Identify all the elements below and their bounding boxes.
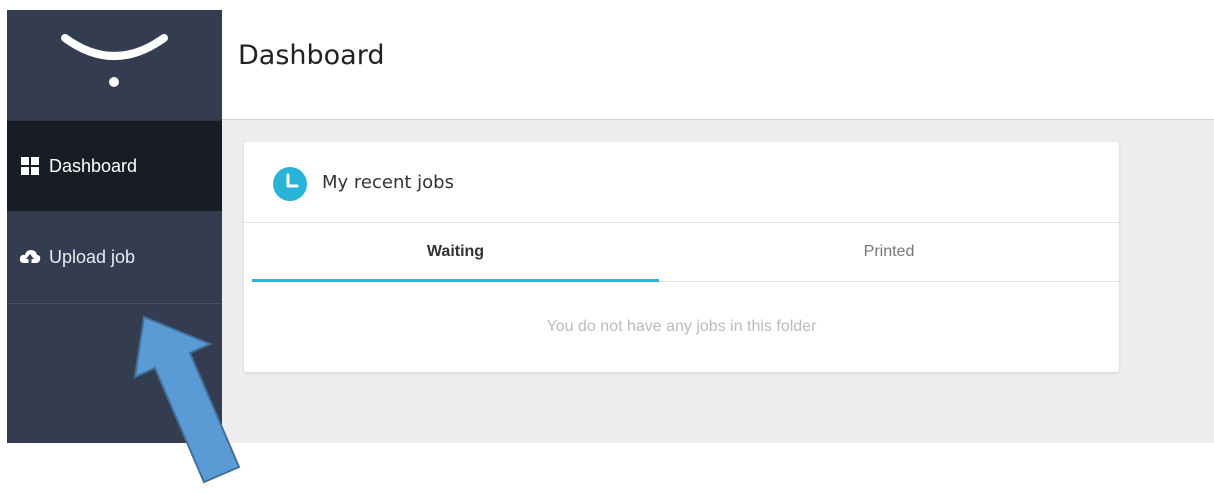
card-header: My recent jobs [244, 142, 1119, 223]
grid-icon [19, 155, 41, 177]
card-title: My recent jobs [322, 172, 454, 193]
logo-icon [61, 34, 168, 87]
sidebar-item-dashboard[interactable]: Dashboard [7, 121, 222, 211]
main-content: My recent jobs Waiting Printed You do no… [222, 120, 1214, 443]
tab-printed[interactable]: Printed [659, 223, 1119, 281]
logo-area[interactable] [7, 10, 222, 121]
sidebar-item-label: Upload job [49, 247, 136, 267]
sidebar-item-label: Dashboard [49, 155, 138, 176]
empty-state-message: You do not have any jobs in this folder [546, 318, 817, 335]
clock-icon [273, 167, 307, 201]
recent-jobs-card: My recent jobs Waiting Printed You do no… [244, 142, 1119, 372]
cloud-upload-icon [19, 247, 41, 269]
sidebar-item-upload-job[interactable]: Upload job [7, 212, 222, 304]
page-title: Dashboard [238, 40, 385, 71]
app-window: Dashboard Upload job Dashboard My recent [0, 0, 1214, 494]
job-tabs: Waiting Printed [252, 223, 1119, 282]
tab-waiting[interactable]: Waiting [252, 223, 659, 281]
annotation-arrow [133, 315, 241, 484]
top-header: Dashboard [222, 10, 1214, 120]
